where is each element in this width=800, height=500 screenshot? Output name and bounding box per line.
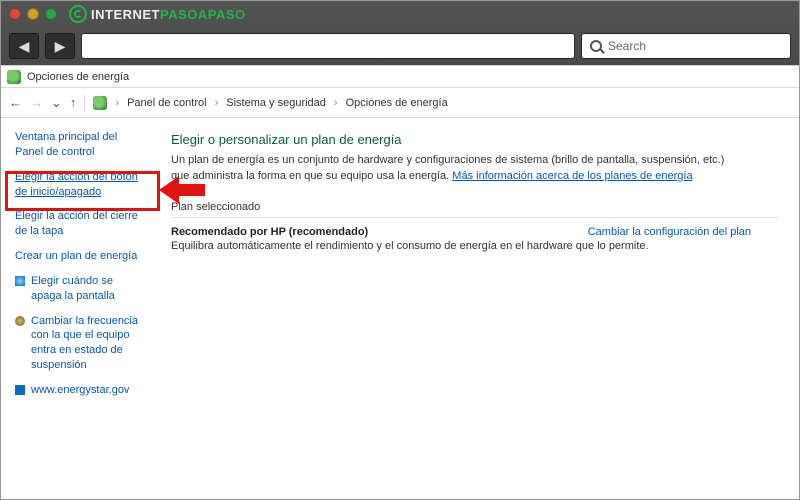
close-icon[interactable]	[9, 8, 21, 20]
search-icon	[590, 40, 602, 52]
sidebar-item-power-button-action[interactable]: Elegir la acción del botón de inicio/apa…	[15, 170, 143, 200]
explorer: Opciones de energía ← → ⌄ ↑ › Panel de c…	[1, 65, 799, 499]
page-description: Un plan de energía es un conjunto de har…	[171, 153, 731, 185]
sidebar-home-link[interactable]: Ventana principal del Panel de control	[15, 130, 143, 160]
breadcrumb-item[interactable]: Sistema y seguridad	[226, 97, 326, 109]
chevron-right-icon: ›	[115, 97, 119, 109]
content-area: Ventana principal del Panel de control E…	[1, 118, 799, 499]
chevron-right-icon: ›	[334, 97, 338, 109]
search-input[interactable]: Search	[581, 33, 791, 59]
page-heading: Elegir o personalizar un plan de energía	[171, 132, 779, 147]
nav-back-button[interactable]: ←	[9, 95, 22, 110]
energystar-icon	[15, 385, 25, 395]
sidebar-item-create-plan[interactable]: Crear un plan de energía	[15, 249, 143, 264]
nav-recent-button[interactable]: ⌄	[51, 95, 62, 111]
sidebar-item-lid-close-action[interactable]: Elegir la acción del cierre de la tapa	[15, 209, 143, 239]
brand-logo-icon	[69, 5, 87, 23]
sidebar-item-energystar[interactable]: www.energystar.gov	[15, 383, 143, 398]
sidebar-item-sleep-frequency[interactable]: Cambiar la frecuencia con la que el equi…	[15, 314, 143, 373]
change-plan-settings-link[interactable]: Cambiar la configuración del plan	[588, 226, 751, 238]
plan-name: Recomendado por HP (recomendado)	[171, 226, 368, 238]
brand-text: INTERNETPASOAPASO	[91, 7, 246, 22]
sidebar-item-label: Elegir cuándo se apaga la pantalla	[31, 274, 143, 304]
search-placeholder: Search	[608, 39, 646, 53]
plan-description: Equilibra automáticamente el rendimiento…	[171, 240, 779, 252]
section-title: Plan seleccionado	[171, 201, 779, 215]
main-panel: Elegir o personalizar un plan de energía…	[151, 118, 799, 499]
breadcrumb-icon	[93, 96, 107, 110]
brand-text-b: PASOAPASO	[160, 7, 246, 22]
window-titlebar: Opciones de energía	[1, 66, 799, 88]
sidebar-item-label: www.energystar.gov	[31, 383, 129, 398]
back-button[interactable]: ◀	[9, 33, 39, 59]
app-window: INTERNETPASOAPASO ◀ ▶ Search Opciones de…	[0, 0, 800, 500]
breadcrumb: ← → ⌄ ↑ › Panel de control › Sistema y s…	[1, 88, 799, 118]
breadcrumb-item[interactable]: Panel de control	[127, 97, 207, 109]
nav-up-button[interactable]: ↑	[70, 95, 77, 110]
nav-forward-button: →	[30, 95, 43, 110]
chevron-right-icon: ›	[215, 97, 219, 109]
zoom-icon[interactable]	[45, 8, 57, 20]
address-bar[interactable]	[81, 33, 575, 59]
browser-chrome: INTERNETPASOAPASO ◀ ▶ Search	[1, 1, 799, 65]
window-title: Opciones de energía	[27, 71, 129, 83]
divider	[171, 217, 779, 218]
minimize-icon[interactable]	[27, 8, 39, 20]
more-info-link[interactable]: Más información acerca de los planes de …	[452, 170, 692, 182]
sidebar: Ventana principal del Panel de control E…	[1, 118, 151, 499]
sidebar-item-label: Cambiar la frecuencia con la que el equi…	[31, 314, 143, 373]
divider	[84, 94, 85, 112]
breadcrumb-item[interactable]: Opciones de energía	[346, 97, 448, 109]
plan-row: Recomendado por HP (recomendado) Cambiar…	[171, 226, 751, 238]
sleep-icon	[15, 316, 25, 326]
sidebar-item-screen-off[interactable]: Elegir cuándo se apaga la pantalla	[15, 274, 143, 304]
brand-text-a: INTERNET	[91, 7, 160, 22]
power-options-icon	[7, 70, 21, 84]
toolbar: ◀ ▶ Search	[1, 27, 799, 65]
forward-button[interactable]: ▶	[45, 33, 75, 59]
titlebar-top: INTERNETPASOAPASO	[1, 1, 799, 27]
brand: INTERNETPASOAPASO	[69, 5, 246, 23]
display-icon	[15, 276, 25, 286]
